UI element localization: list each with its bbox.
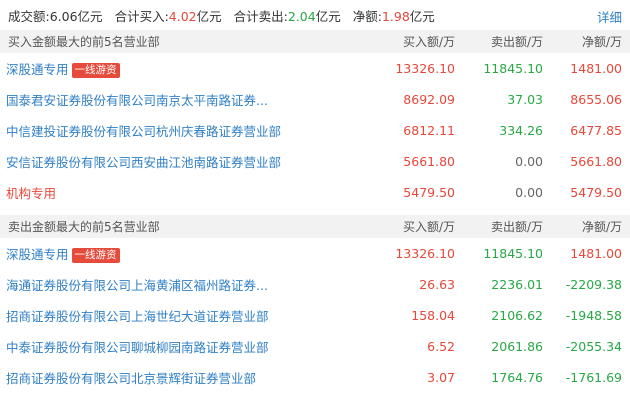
net-amount: -2055.34: [565, 339, 622, 354]
total-buy-label: 合计买入:: [114, 8, 169, 24]
table-row[interactable]: 招商证券股份有限公司上海世纪大道证券营业部 158.04 2106.62 -1948.…: [0, 300, 630, 331]
col-header-buy: 买入额/万: [402, 220, 455, 234]
buy-amount: 6812.11: [403, 123, 455, 138]
net-amount: 5661.80: [570, 154, 622, 169]
col-header-buy: 买入额/万: [402, 35, 455, 49]
sell-amount: 0.00: [515, 185, 543, 200]
buy-amount: 6.52: [427, 339, 455, 354]
col-header-sell: 卖出额/万: [490, 35, 543, 49]
table-row[interactable]: 安信证券股份有限公司西安曲江池南路证券营业部 5661.80 0.00 5661.80: [0, 146, 630, 177]
net-amount: 5479.50: [570, 185, 622, 200]
branch-name-link[interactable]: 招商证券股份有限公司北京景辉街证券营业部: [6, 371, 256, 386]
total-buy-value: 4.02: [168, 8, 197, 24]
buy-amount: 26.63: [419, 277, 455, 292]
sell-table: 深股通专用 一线游资 13326.10 11845.10 1481.00 海通证券股份有限…: [0, 238, 630, 393]
branch-name-cell: 深股通专用 一线游资: [0, 244, 385, 263]
branch-name-link[interactable]: 国泰君安证券股份有限公司南京太平南路证券...: [6, 93, 268, 108]
buy-amount: 5479.50: [403, 185, 455, 200]
hot-money-tag: 一线游资: [71, 248, 120, 263]
branch-name-cell: 国泰君安证券股份有限公司南京太平南路证券...: [0, 90, 385, 109]
branch-name-link[interactable]: 招商证券股份有限公司上海世纪大道证券营业部: [6, 309, 269, 324]
table-row[interactable]: 中泰证券股份有限公司聊城柳园南路证券营业部 6.52 2061.86 -2055.34: [0, 331, 630, 362]
col-header-net: 净额/万: [581, 35, 622, 49]
sell-section-header: 卖出金额最大的前5名营业部 买入额/万 卖出额/万 净额/万: [0, 215, 630, 238]
buy-table: 深股通专用 一线游资 13326.10 11845.10 1481.00 国泰君安证券股份…: [0, 53, 630, 208]
branch-name-cell: 海通证券股份有限公司上海黄浦区福州路证券...: [0, 275, 385, 294]
branch-name-link[interactable]: 安信证券股份有限公司西安曲江池南路证券营业部: [6, 155, 281, 170]
sell-amount: 334.26: [499, 123, 543, 138]
branch-name-link[interactable]: 中信建投证券股份有限公司杭州庆春路证券营业部: [6, 124, 281, 139]
net-amount-label: 净额:: [352, 8, 382, 24]
branch-name-cell: 深股通专用 一线游资: [0, 59, 385, 78]
net-amount: 8655.06: [570, 92, 622, 107]
sell-amount: 1764.76: [491, 370, 543, 385]
net-amount: -1761.69: [565, 370, 622, 385]
net-amount: 净额:1.98亿元: [353, 6, 435, 25]
table-row[interactable]: 海通证券股份有限公司上海黄浦区福州路证券... 26.63 2236.01 -2209…: [0, 269, 630, 300]
total-sell: 合计卖出:2.04亿元: [234, 6, 341, 25]
buy-amount: 8692.09: [403, 92, 455, 107]
branch-name-link[interactable]: 机构专用: [6, 186, 56, 201]
net-amount: 1481.00: [570, 246, 622, 261]
buy-section-title: 买入金额最大的前5名营业部: [8, 35, 160, 49]
turnover-value: 6.06亿元: [49, 8, 103, 24]
buy-section-header: 买入金额最大的前5名营业部 买入额/万 卖出额/万 净额/万: [0, 30, 630, 53]
table-row[interactable]: 深股通专用 一线游资 13326.10 11845.10 1481.00: [0, 238, 630, 269]
sell-amount: 2106.62: [491, 308, 543, 323]
total-buy: 合计买入:4.02亿元: [115, 6, 222, 25]
branch-name-cell: 招商证券股份有限公司北京景辉街证券营业部: [0, 368, 385, 387]
sell-amount: 11845.10: [483, 61, 543, 76]
branch-name-link[interactable]: 深股通专用: [6, 247, 69, 262]
buy-amount: 158.04: [411, 308, 455, 323]
table-row[interactable]: 机构专用 5479.50 0.00 5479.50: [0, 177, 630, 208]
total-sell-label: 合计卖出:: [233, 8, 288, 24]
net-amount-unit: 亿元: [409, 8, 435, 24]
branch-name-cell: 中信建投证券股份有限公司杭州庆春路证券营业部: [0, 121, 385, 140]
buy-amount: 5661.80: [403, 154, 455, 169]
sell-amount: 2061.86: [491, 339, 543, 354]
branch-name-link[interactable]: 海通证券股份有限公司上海黄浦区福州路证券...: [6, 278, 268, 293]
summary-bar: 成交额:6.06亿元 合计买入:4.02亿元 合计卖出:2.04亿元 净额:1.…: [0, 0, 630, 30]
branch-name-link[interactable]: 中泰证券股份有限公司聊城柳园南路证券营业部: [6, 340, 269, 355]
sell-amount: 0.00: [515, 154, 543, 169]
buy-amount: 3.07: [427, 370, 455, 385]
turnover: 成交额:6.06亿元: [8, 6, 103, 25]
branch-name-cell: 机构专用: [0, 183, 385, 202]
detail-link[interactable]: 详细: [597, 7, 622, 26]
branch-name-cell: 中泰证券股份有限公司聊城柳园南路证券营业部: [0, 337, 385, 356]
col-header-sell: 卖出额/万: [490, 220, 543, 234]
hot-money-tag: 一线游资: [71, 63, 120, 78]
table-row[interactable]: 中信建投证券股份有限公司杭州庆春路证券营业部 6812.11 334.26 6477.…: [0, 115, 630, 146]
total-buy-unit: 亿元: [196, 8, 222, 24]
table-row[interactable]: 深股通专用 一线游资 13326.10 11845.10 1481.00: [0, 53, 630, 84]
col-header-net: 净额/万: [581, 220, 622, 234]
branch-name-cell: 招商证券股份有限公司上海世纪大道证券营业部: [0, 306, 385, 325]
turnover-label: 成交额:: [8, 8, 50, 24]
net-amount-value: 1.98: [381, 8, 410, 24]
branch-name-cell: 安信证券股份有限公司西安曲江池南路证券营业部: [0, 152, 385, 171]
net-amount: -1948.58: [565, 308, 622, 323]
buy-amount: 13326.10: [395, 246, 455, 261]
net-amount: 1481.00: [570, 61, 622, 76]
net-amount: -2209.38: [565, 277, 622, 292]
total-sell-value: 2.04: [287, 8, 316, 24]
table-row[interactable]: 国泰君安证券股份有限公司南京太平南路证券... 8692.09 37.03 8655.…: [0, 84, 630, 115]
branch-name-link[interactable]: 深股通专用: [6, 62, 69, 77]
sell-section-title: 卖出金额最大的前5名营业部: [8, 220, 160, 234]
net-amount: 6477.85: [570, 123, 622, 138]
sell-amount: 2236.01: [491, 277, 543, 292]
sell-amount: 37.03: [507, 92, 543, 107]
total-sell-unit: 亿元: [315, 8, 341, 24]
buy-amount: 13326.10: [395, 61, 455, 76]
table-row[interactable]: 招商证券股份有限公司北京景辉街证券营业部 3.07 1764.76 -1761.69: [0, 362, 630, 393]
sell-amount: 11845.10: [483, 246, 543, 261]
